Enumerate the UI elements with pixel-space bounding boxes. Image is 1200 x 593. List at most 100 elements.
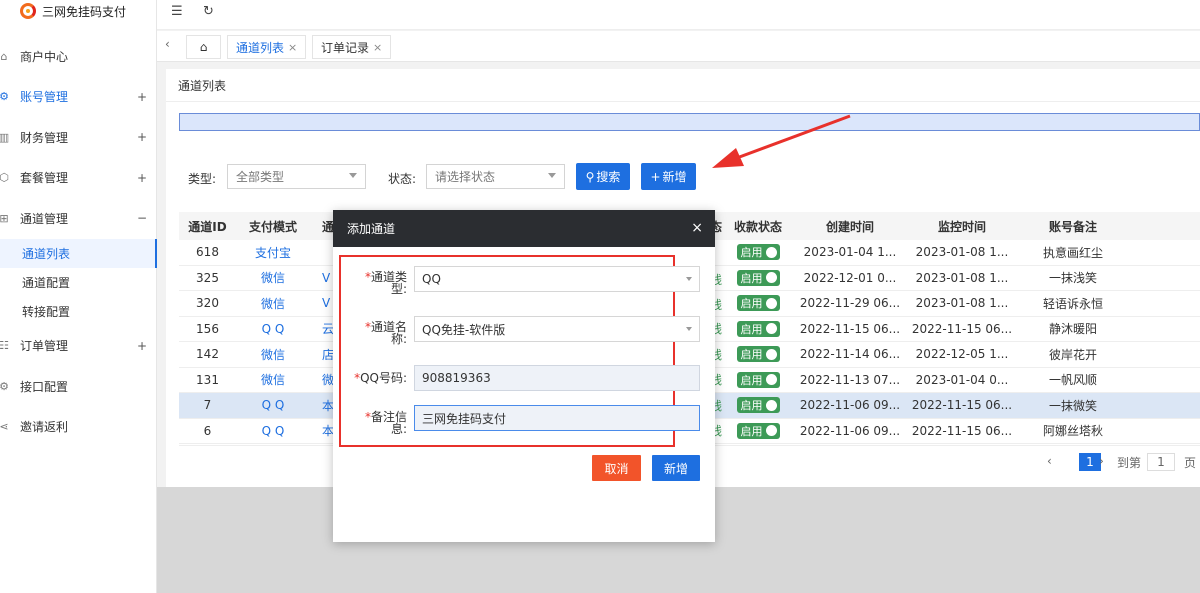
submit-button[interactable]: 新增 — [652, 455, 700, 481]
channel-type-select[interactable]: QQ — [414, 266, 700, 292]
status-filter-label: 状态: — [388, 172, 417, 186]
search-button[interactable]: ⚲ 搜索 — [576, 163, 630, 190]
type-select[interactable]: 全部类型 — [227, 164, 366, 189]
menu-toggle-icon[interactable]: ☰ — [171, 4, 183, 19]
logo-icon — [20, 3, 36, 19]
cell-id: 156 — [196, 321, 219, 336]
tab-channel-list[interactable]: 通道列表 × — [227, 35, 307, 59]
close-icon[interactable]: × — [691, 220, 703, 236]
cancel-button[interactable]: 取消 — [592, 455, 641, 481]
tab-order-records[interactable]: 订单记录 × — [312, 35, 392, 59]
cell-id: 320 — [196, 296, 219, 311]
cell-mode[interactable]: Q Q — [236, 322, 310, 336]
sidebar-item-channel[interactable]: ⊞ 通道管理 − — [0, 198, 157, 239]
status-select-value: 请选择状态 — [435, 170, 496, 184]
cell-note: 阿娜丝塔秋 — [1042, 424, 1103, 439]
sidebar-item-transfer-config[interactable]: 转接配置 — [0, 297, 157, 326]
divider — [166, 101, 1200, 102]
enabled-toggle[interactable]: 启用 — [736, 269, 780, 286]
enabled-toggle[interactable]: 启用 — [736, 422, 780, 439]
enabled-toggle[interactable]: 启用 — [736, 346, 780, 363]
enabled-toggle[interactable]: 启用 — [736, 371, 780, 388]
add-button[interactable]: + 新增 — [641, 163, 696, 190]
cell-created: 2022-11-13 07... — [799, 372, 901, 387]
sidebar-menu: ⌂ 商户中心 ⚙ 账号管理 + ▥ 财务管理 + ⬡ 套餐管理 + ⊞ 通道管理… — [0, 36, 157, 447]
top-bar: ☰ ↻ — [157, 0, 1200, 30]
cell-note: 静沐暖阳 — [1048, 322, 1097, 337]
dialog-header: 添加通道 × — [333, 210, 715, 247]
sidebar: 三网免挂码支付 ⌂ 商户中心 ⚙ 账号管理 + ▥ 财务管理 + ⬡ 套餐管理 … — [0, 0, 157, 593]
page-title: 通道列表 — [178, 79, 227, 93]
info-strip — [179, 113, 1200, 131]
sidebar-item-api-config[interactable]: ⚙ 接口配置 — [0, 366, 157, 407]
chevron-left-icon[interactable]: ‹ — [165, 37, 170, 51]
expand-icon: + — [136, 338, 147, 353]
refresh-icon[interactable]: ↻ — [203, 4, 214, 19]
tab-home[interactable]: ⌂ — [186, 35, 221, 59]
annotation-arrow — [712, 114, 851, 168]
cell-monitor: 2023-01-08 1... — [915, 270, 1009, 285]
package-icon: ⬡ — [0, 171, 9, 185]
sidebar-item-channel-config[interactable]: 通道配置 — [0, 268, 157, 297]
cell-id: 325 — [196, 270, 219, 285]
sidebar-item-package[interactable]: ⬡ 套餐管理 + — [0, 158, 157, 199]
caret-down-icon — [349, 173, 357, 178]
sidebar-item-label: 订单管理 — [20, 339, 69, 354]
sidebar-item-channel-list[interactable]: 通道列表 — [0, 238, 157, 268]
cell-created: 2022-11-06 09... — [799, 423, 901, 438]
sidebar-item-merchant-center[interactable]: ⌂ 商户中心 — [0, 36, 157, 77]
cell-mode[interactable]: Q Q — [236, 398, 310, 412]
cell-switch: 启用 — [722, 269, 794, 286]
cell-note: 执意画红尘 — [1042, 245, 1103, 260]
gear-icon: ⚙ — [0, 379, 9, 393]
sidebar-item-label: 商户中心 — [20, 49, 69, 64]
cell-monitor: 2022-11-15 06... — [911, 398, 1013, 413]
close-icon[interactable]: × — [288, 41, 297, 54]
next-page[interactable]: › — [1099, 454, 1104, 468]
toggle-knob-icon — [765, 323, 777, 335]
plus-icon: + — [650, 169, 661, 184]
close-icon[interactable]: × — [373, 41, 382, 54]
search-icon: ⚲ — [585, 169, 595, 184]
cell-mode[interactable]: 微信 — [236, 295, 310, 312]
qq-number-label: *QQ号码: — [354, 371, 407, 385]
sidebar-item-account[interactable]: ⚙ 账号管理 + — [0, 77, 157, 118]
toggle-knob-icon — [765, 399, 777, 411]
qq-number-input[interactable]: 908819363 — [414, 365, 700, 391]
cell-id: 7 — [203, 398, 212, 413]
tab-label: 通道列表 — [236, 40, 285, 55]
cell-mode[interactable]: 微信 — [236, 269, 310, 286]
sidebar-item-orders[interactable]: ☷ 订单管理 + — [0, 326, 157, 367]
caret-down-icon — [686, 277, 692, 281]
cell-switch: 启用 — [722, 244, 794, 261]
cell-mode[interactable]: 微信 — [236, 346, 310, 363]
enabled-toggle[interactable]: 启用 — [736, 295, 780, 312]
current-page[interactable]: 1 — [1079, 453, 1101, 471]
home-icon: ⌂ — [0, 49, 8, 63]
enabled-toggle[interactable]: 启用 — [736, 397, 780, 414]
remark-input[interactable]: 三网免挂码支付 — [414, 405, 700, 431]
collapse-icon: − — [136, 211, 147, 226]
sidebar-item-finance[interactable]: ▥ 财务管理 + — [0, 117, 157, 158]
dialog-title: 添加通道 — [347, 222, 396, 236]
tab-label: 订单记录 — [321, 40, 370, 55]
sidebar-item-invite[interactable]: ⋖ 邀请返利 — [0, 407, 157, 448]
cell-mode[interactable]: 支付宝 — [236, 244, 310, 261]
toggle-knob-icon — [765, 246, 777, 258]
col-id: 通道ID — [188, 219, 227, 234]
enabled-toggle[interactable]: 启用 — [736, 244, 780, 261]
status-select[interactable]: 请选择状态 — [426, 164, 565, 189]
cell-mode[interactable]: 微信 — [236, 371, 310, 388]
cell-mode[interactable]: Q Q — [236, 424, 310, 438]
expand-icon: + — [136, 130, 147, 145]
goto-input[interactable]: 1 — [1147, 453, 1175, 471]
grid-icon: ⊞ — [0, 211, 9, 225]
channel-name-label: *通道名 称: — [364, 320, 407, 346]
cell-note: 一抹微笑 — [1048, 398, 1097, 413]
cell-id: 618 — [196, 245, 219, 260]
enabled-toggle[interactable]: 启用 — [736, 320, 780, 337]
brand[interactable]: 三网免挂码支付 — [0, 0, 156, 22]
channel-name-select[interactable]: QQ免挂-软件版 — [414, 316, 700, 342]
prev-page[interactable]: ‹ — [1047, 454, 1052, 468]
sidebar-item-label: 接口配置 — [20, 379, 69, 394]
